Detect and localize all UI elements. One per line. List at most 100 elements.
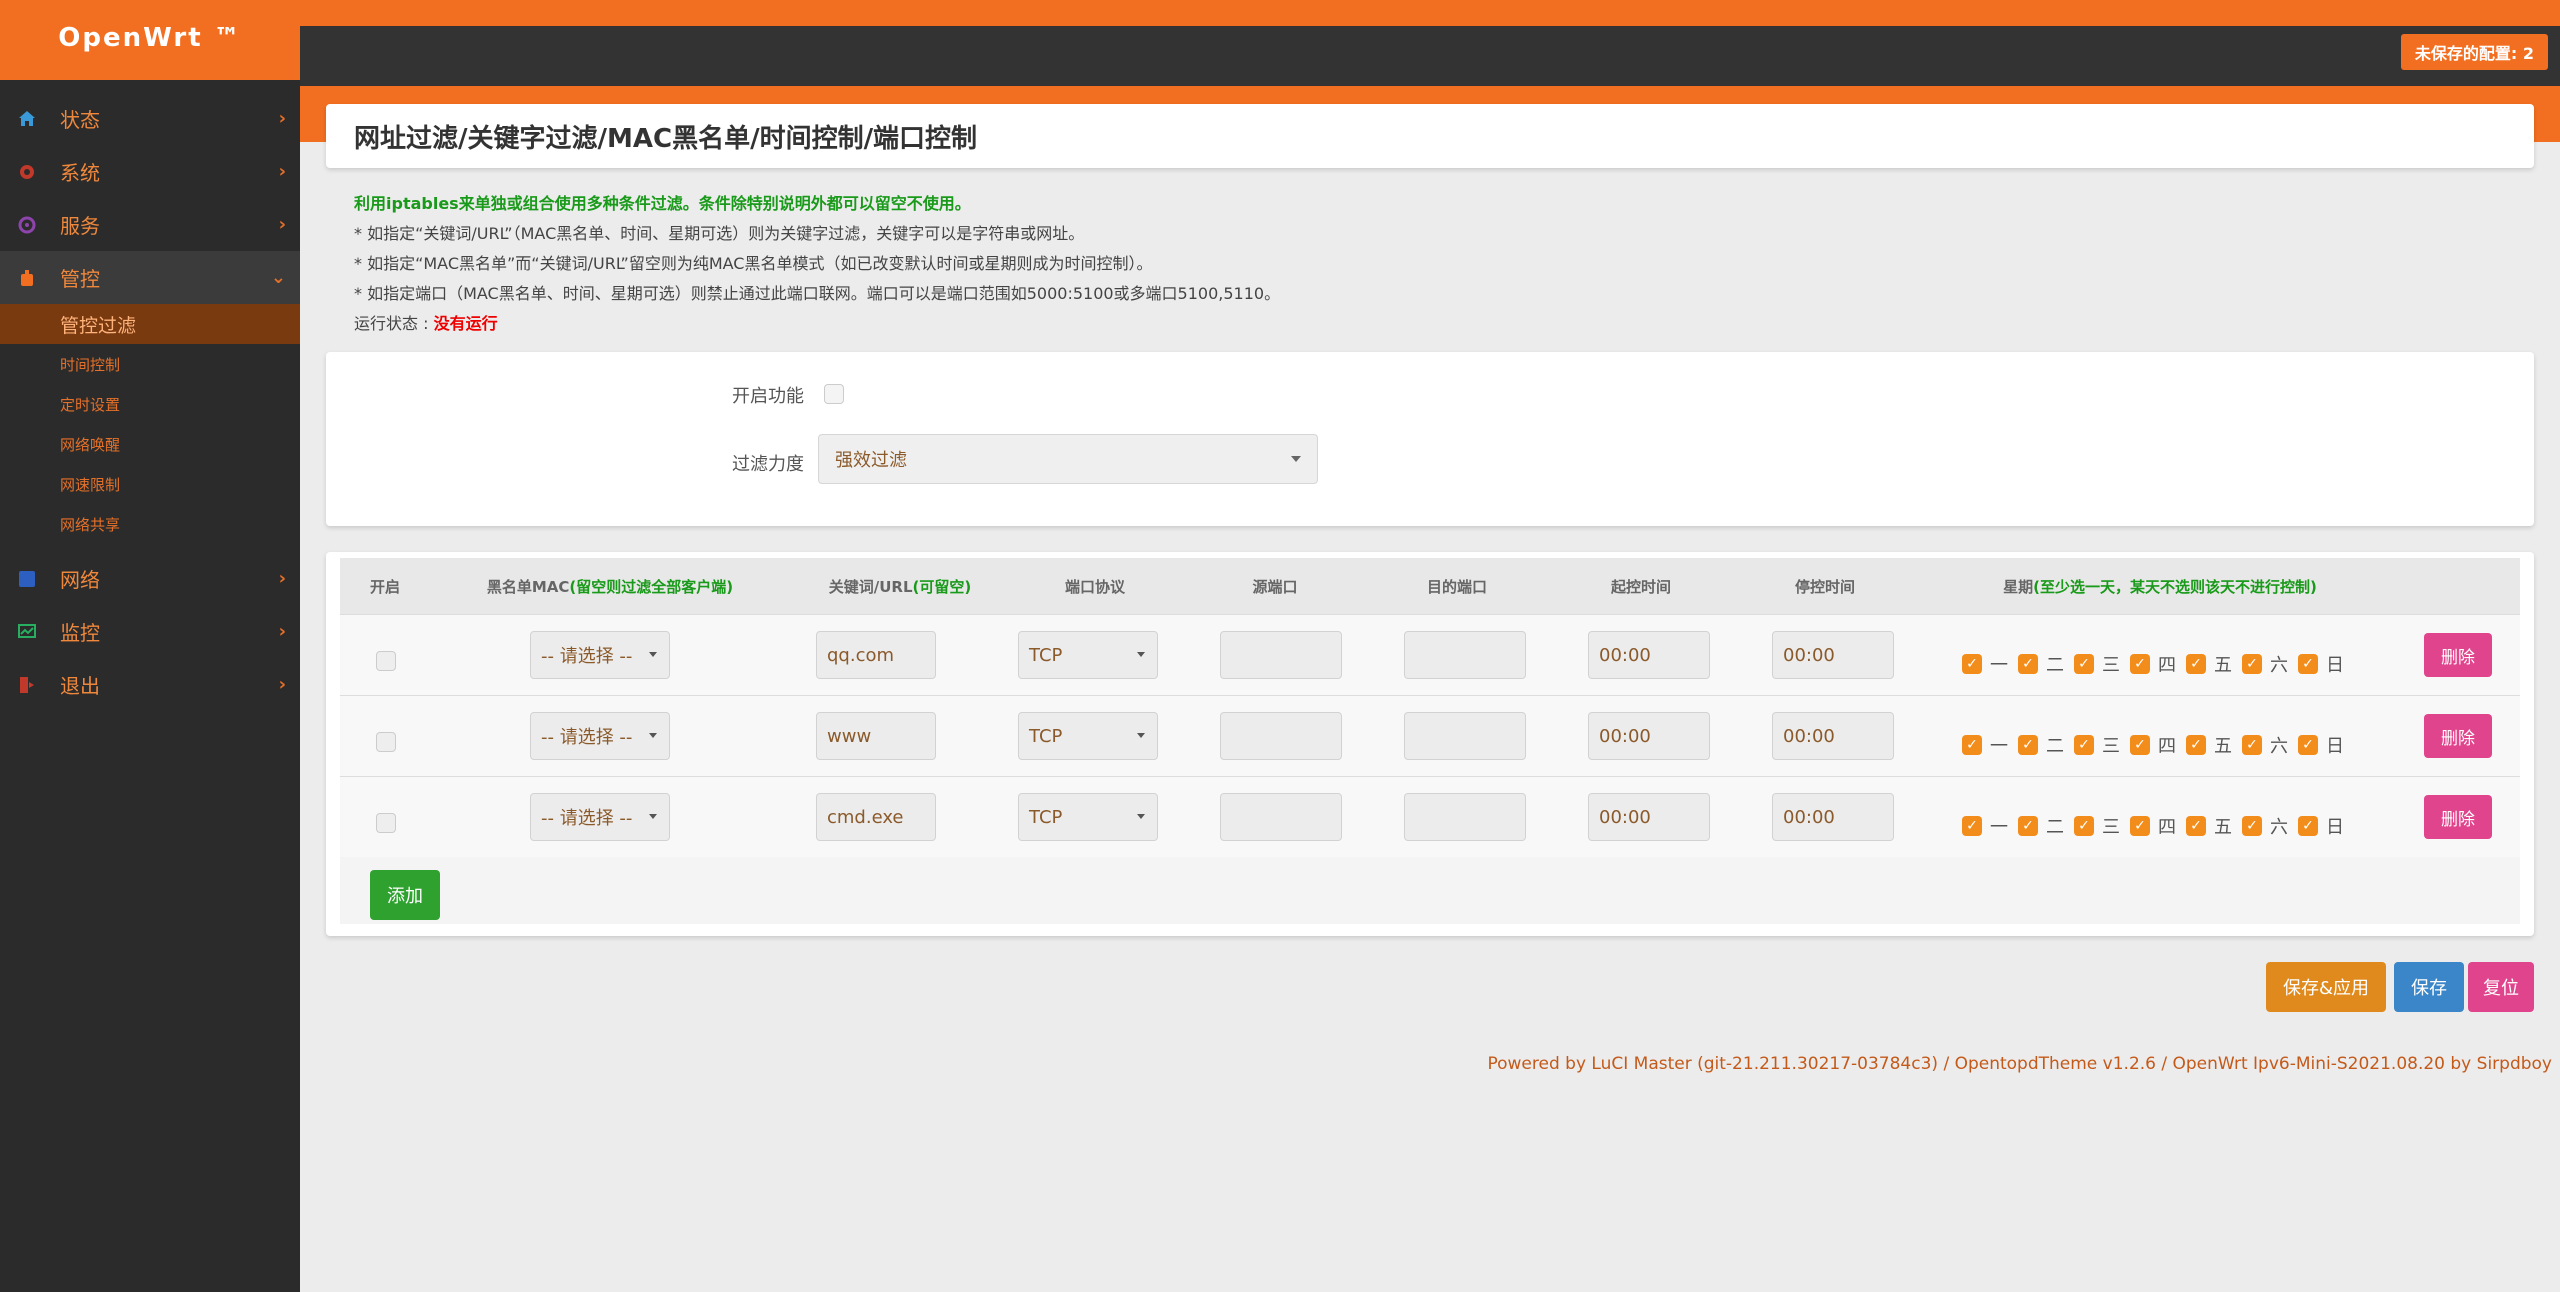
col-header-protocol: 端口协议 <box>1064 577 1125 596</box>
dst-port-input[interactable] <box>1404 712 1526 760</box>
submenu-item-network-share[interactable]: 网络共享 <box>0 504 300 544</box>
protocol-select[interactable]: TCP <box>1018 712 1158 760</box>
unsaved-changes-badge[interactable]: 未保存的配置: 2 <box>2400 34 2548 70</box>
mac-select[interactable]: -- 请选择 -- <box>530 631 670 679</box>
check-icon: ✓ <box>2242 816 2262 836</box>
delete-button[interactable]: 删除 <box>2424 633 2492 677</box>
weekday-label: 日 <box>2326 736 2344 757</box>
keyword-input[interactable]: cmd.exe <box>816 793 936 841</box>
weekday-fri[interactable]: ✓ 五 <box>2186 651 2232 677</box>
weekday-label: 五 <box>2214 655 2232 676</box>
weekday-thu[interactable]: ✓ 四 <box>2130 732 2176 758</box>
dst-port-input[interactable] <box>1404 631 1526 679</box>
stop-time-input[interactable]: 00:00 <box>1772 793 1894 841</box>
stop-time-input[interactable]: 00:00 <box>1772 712 1894 760</box>
weekday-label: 日 <box>2326 817 2344 838</box>
col-header-start-time: 起控时间 <box>1610 577 1671 596</box>
weekday-fri[interactable]: ✓ 五 <box>2186 813 2232 839</box>
caret-down-icon <box>649 814 657 819</box>
submenu-item-schedule[interactable]: 定时设置 <box>0 384 300 424</box>
sidebar-item-monitor[interactable]: 监控 › <box>0 605 300 658</box>
src-port-input[interactable] <box>1220 793 1342 841</box>
row-enable-checkbox[interactable] <box>376 732 396 752</box>
brand-logo[interactable]: OpenWrt ™ <box>0 0 300 80</box>
caret-down-icon <box>649 733 657 738</box>
start-time-input[interactable]: 00:00 <box>1588 712 1710 760</box>
weekday-tue[interactable]: ✓ 二 <box>2018 651 2064 677</box>
col-header-week-label: 星期 <box>2003 577 2034 596</box>
mac-select[interactable]: -- 请选择 -- <box>530 793 670 841</box>
delete-button[interactable]: 删除 <box>2424 714 2492 758</box>
weekday-sat[interactable]: ✓ 六 <box>2242 651 2288 677</box>
home-icon <box>16 108 38 130</box>
monitor-icon <box>16 621 38 643</box>
strength-select[interactable]: 强效过滤 <box>818 434 1318 484</box>
weekday-thu[interactable]: ✓ 四 <box>2130 651 2176 677</box>
col-header-week-hint: (至少选一天，某天不选则该天不进行控制) <box>2033 577 2317 596</box>
sidebar-item-logout[interactable]: 退出 › <box>0 658 300 711</box>
weekday-sun[interactable]: ✓ 日 <box>2298 732 2344 758</box>
sidebar-item-services[interactable]: 服务 › <box>0 198 300 251</box>
weekday-label: 五 <box>2214 736 2232 757</box>
rules-table-card: 开启 黑名单MAC (留空则过滤全部客户端) 关键词/URL (可留空) 端口协议 … <box>326 552 2534 936</box>
table-row: -- 请选择 -- cmd.exe TCP 00:00 00:00 ✓ 一 ✓ 二 … <box>340 776 2520 857</box>
sidebar-item-network[interactable]: 网络 › <box>0 552 300 605</box>
chevron-right-icon: › <box>278 161 286 182</box>
start-time-input[interactable]: 00:00 <box>1588 631 1710 679</box>
protocol-select-value: TCP <box>1029 725 1063 747</box>
stop-time-input[interactable]: 00:00 <box>1772 631 1894 679</box>
weekday-wed[interactable]: ✓ 三 <box>2074 813 2120 839</box>
protocol-select[interactable]: TCP <box>1018 793 1158 841</box>
check-icon: ✓ <box>2186 816 2206 836</box>
weekday-wed[interactable]: ✓ 三 <box>2074 732 2120 758</box>
enable-checkbox[interactable] <box>824 384 844 404</box>
keyword-input[interactable]: www <box>816 712 936 760</box>
control-icon <box>16 267 38 289</box>
reset-button[interactable]: 复位 <box>2468 962 2534 1012</box>
protocol-select[interactable]: TCP <box>1018 631 1158 679</box>
submenu-item-time-control[interactable]: 时间控制 <box>0 344 300 384</box>
save-button[interactable]: 保存 <box>2394 962 2464 1012</box>
start-time-input[interactable]: 00:00 <box>1588 793 1710 841</box>
row-enable-checkbox[interactable] <box>376 813 396 833</box>
col-header-mac: 黑名单MAC (留空则过滤全部客户端) <box>460 558 760 614</box>
weekday-mon[interactable]: ✓ 一 <box>1962 732 2008 758</box>
check-icon: ✓ <box>2186 735 2206 755</box>
src-port-input[interactable] <box>1220 712 1342 760</box>
weekday-sun[interactable]: ✓ 日 <box>2298 651 2344 677</box>
weekday-tue[interactable]: ✓ 二 <box>2018 813 2064 839</box>
save-apply-button[interactable]: 保存&应用 <box>2266 962 2386 1012</box>
sidebar-item-system[interactable]: 系统 › <box>0 145 300 198</box>
sidebar-item-status[interactable]: 状态 › <box>0 92 300 145</box>
weekday-fri[interactable]: ✓ 五 <box>2186 732 2232 758</box>
sidebar-item-control[interactable]: 管控 ⌄ <box>0 251 300 304</box>
weekday-thu[interactable]: ✓ 四 <box>2130 813 2176 839</box>
weekday-sun[interactable]: ✓ 日 <box>2298 813 2344 839</box>
src-port-input[interactable] <box>1220 631 1342 679</box>
weekday-checkboxes: ✓ 一 ✓ 二 ✓ 三 ✓ 四 ✓ 五 ✓ 六 ✓ 日 <box>1962 732 2354 758</box>
dst-port-input[interactable] <box>1404 793 1526 841</box>
weekday-sat[interactable]: ✓ 六 <box>2242 732 2288 758</box>
check-icon: ✓ <box>2074 816 2094 836</box>
protocol-select-value: TCP <box>1029 644 1063 666</box>
weekday-wed[interactable]: ✓ 三 <box>2074 651 2120 677</box>
add-button[interactable]: 添加 <box>370 870 440 920</box>
check-icon: ✓ <box>2298 654 2318 674</box>
weekday-mon[interactable]: ✓ 一 <box>1962 651 2008 677</box>
keyword-input[interactable]: qq.com <box>816 631 936 679</box>
mac-select[interactable]: -- 请选择 -- <box>530 712 670 760</box>
submenu-item-wol[interactable]: 网络唤醒 <box>0 424 300 464</box>
check-icon: ✓ <box>2130 654 2150 674</box>
weekday-sat[interactable]: ✓ 六 <box>2242 813 2288 839</box>
table-header: 开启 黑名单MAC (留空则过滤全部客户端) 关键词/URL (可留空) 端口协议 … <box>340 558 2520 614</box>
delete-button[interactable]: 删除 <box>2424 795 2492 839</box>
strength-select-value: 强效过滤 <box>835 450 907 471</box>
rules-table: 开启 黑名单MAC (留空则过滤全部客户端) 关键词/URL (可留空) 端口协议 … <box>340 558 2520 924</box>
row-enable-checkbox[interactable] <box>376 651 396 671</box>
weekday-tue[interactable]: ✓ 二 <box>2018 732 2064 758</box>
weekday-mon[interactable]: ✓ 一 <box>1962 813 2008 839</box>
check-icon: ✓ <box>1962 735 1982 755</box>
submenu-item-filter[interactable]: 管控过滤 <box>0 304 300 344</box>
submenu-item-speed-limit[interactable]: 网速限制 <box>0 464 300 504</box>
description-line: * 如指定“关键词/URL”（MAC黑名单、时间、星期可选）则为关键字过滤，关键… <box>354 224 1085 243</box>
